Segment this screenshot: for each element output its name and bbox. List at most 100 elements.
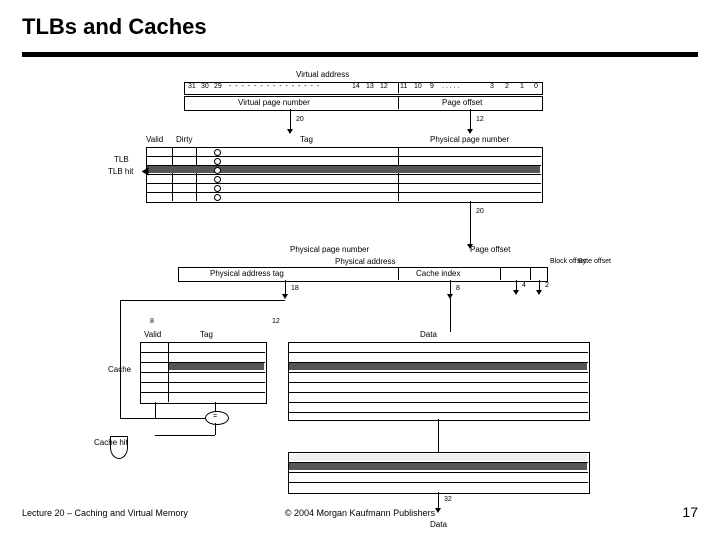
page-offset-label: Page offset: [442, 98, 482, 107]
cache-index-line: [450, 298, 451, 332]
vpn-width-20: 20: [296, 116, 304, 123]
pa-ppn-label: Physical page number: [290, 245, 369, 254]
cache-label: Cache: [108, 365, 131, 374]
vpn-label: Virtual page number: [238, 98, 310, 107]
pa-cache-index-label: Cache index: [416, 269, 460, 278]
tlb-r1: [146, 156, 541, 157]
cache-right-highlight: [289, 363, 587, 370]
tlb-bubble-6: [214, 194, 221, 201]
bit-31: 31: [188, 83, 196, 90]
tlb-valid-label: Valid: [146, 135, 163, 144]
tlb-bubble-4: [214, 176, 221, 183]
vpn-po-divider: [398, 96, 399, 109]
bit-12: 12: [380, 83, 388, 90]
cache-left-highlight: [169, 363, 264, 370]
cmp-to-and: [215, 423, 216, 435]
tlb-label: TLB: [114, 155, 129, 164]
pa-tag-arrow: [282, 294, 288, 299]
bit-dots-1: - - - - - - - - - - - - - - -: [229, 83, 320, 90]
vpn-arrow: [287, 129, 293, 134]
cache-data-label: Data: [420, 330, 437, 339]
pa-width-18: 18: [291, 285, 299, 292]
cache-valid-label: Valid: [144, 330, 161, 339]
pa-width-8a: 8: [456, 285, 460, 292]
virtual-address-label: Virtual address: [296, 70, 349, 79]
data-l-r2: [288, 472, 588, 473]
tlb-bubble-1: [214, 149, 221, 156]
bit-3: 3: [490, 83, 494, 90]
pa-blk-arrow: [513, 290, 519, 295]
po-stem: [470, 109, 471, 131]
cache-r-r5: [288, 392, 588, 393]
tlb-bubble-2: [214, 158, 221, 165]
data-l-r3: [288, 482, 588, 483]
bit-dots-2: . . . . .: [442, 83, 460, 90]
po-width-12: 12: [476, 116, 484, 123]
pa-byte-offset-label: Byte offset: [578, 258, 608, 266]
tlb-r5: [146, 192, 541, 193]
cache-tag-width: 12: [272, 318, 280, 325]
and-join-h: [155, 435, 215, 436]
pa-div-3: [530, 267, 531, 280]
tlb-out-stem: [470, 201, 471, 246]
page-number: 17: [682, 504, 698, 520]
pa-width-2: 2: [545, 282, 549, 289]
tlb-out-width-20: 20: [476, 208, 484, 215]
bit-1: 1: [520, 83, 524, 90]
data-out-width-32: 32: [444, 496, 452, 503]
cache-l-r5: [140, 392, 265, 393]
bit-0: 0: [534, 83, 538, 90]
pa-block-offset-label: Block offset: [550, 258, 580, 266]
pa-header: Physical address: [335, 257, 395, 266]
tlb-tag-label: Tag: [300, 135, 313, 144]
comparator-eq: =: [213, 413, 217, 420]
data-mid-conn: [438, 419, 439, 452]
cache-r-r4: [288, 382, 588, 383]
tlb-r3: [146, 174, 541, 175]
cache-l-r3: [140, 372, 265, 373]
tlb-r4: [146, 183, 541, 184]
data-lower-light: [289, 454, 587, 461]
pa-div-1: [398, 267, 399, 280]
bit-29: 29: [214, 83, 222, 90]
bit-30: 30: [201, 83, 209, 90]
bit-10: 10: [414, 83, 422, 90]
bit-2: 2: [505, 83, 509, 90]
bit-9: 9: [430, 83, 434, 90]
cache-r-r1: [288, 352, 588, 353]
cache-r-r7: [288, 412, 588, 413]
bit-13: 13: [366, 83, 374, 90]
cache-hit-label: Cache hit: [94, 438, 128, 447]
tlb-row-highlight: [147, 166, 540, 173]
bit-divider: [398, 82, 399, 93]
cache-left-width: 8: [150, 318, 154, 325]
po-arrow: [467, 129, 473, 134]
pa-tag-route-h: [120, 300, 285, 301]
cache-l-r4: [140, 382, 265, 383]
pa-tag-into-cmp: [120, 418, 205, 419]
tlb-bubble-3: [214, 167, 221, 174]
pa-tag-route-v: [120, 300, 121, 418]
cache-l-r1: [140, 352, 265, 353]
tlb-hit-arrow: [142, 168, 149, 176]
page-title: TLBs and Caches: [22, 14, 207, 40]
valid-to-and: [155, 402, 156, 418]
data-out-label: Data: [430, 520, 447, 529]
tlb-dirty-label: Dirty: [176, 135, 192, 144]
tlb-hit-label: TLB hit: [108, 167, 133, 176]
cache-r-r3: [288, 372, 588, 373]
title-rule: [22, 52, 698, 57]
pa-tag-label: Physical address tag: [210, 269, 284, 278]
vpn-stem: [290, 109, 291, 131]
bit-11: 11: [400, 83, 407, 90]
pa-byte-arrow: [536, 290, 542, 295]
tlb-bubble-5: [214, 185, 221, 192]
pa-div-2: [500, 267, 501, 280]
tlb-ppn-label: Physical page number: [430, 135, 509, 144]
bit-14: 14: [352, 83, 360, 90]
pa-width-4: 4: [522, 282, 526, 289]
pa-po-label: Page offset: [470, 245, 510, 254]
footer-copyright: © 2004 Morgan Kaufmann Publishers: [0, 508, 720, 518]
cache-r-r6: [288, 402, 588, 403]
cache-tag-label: Tag: [200, 330, 213, 339]
